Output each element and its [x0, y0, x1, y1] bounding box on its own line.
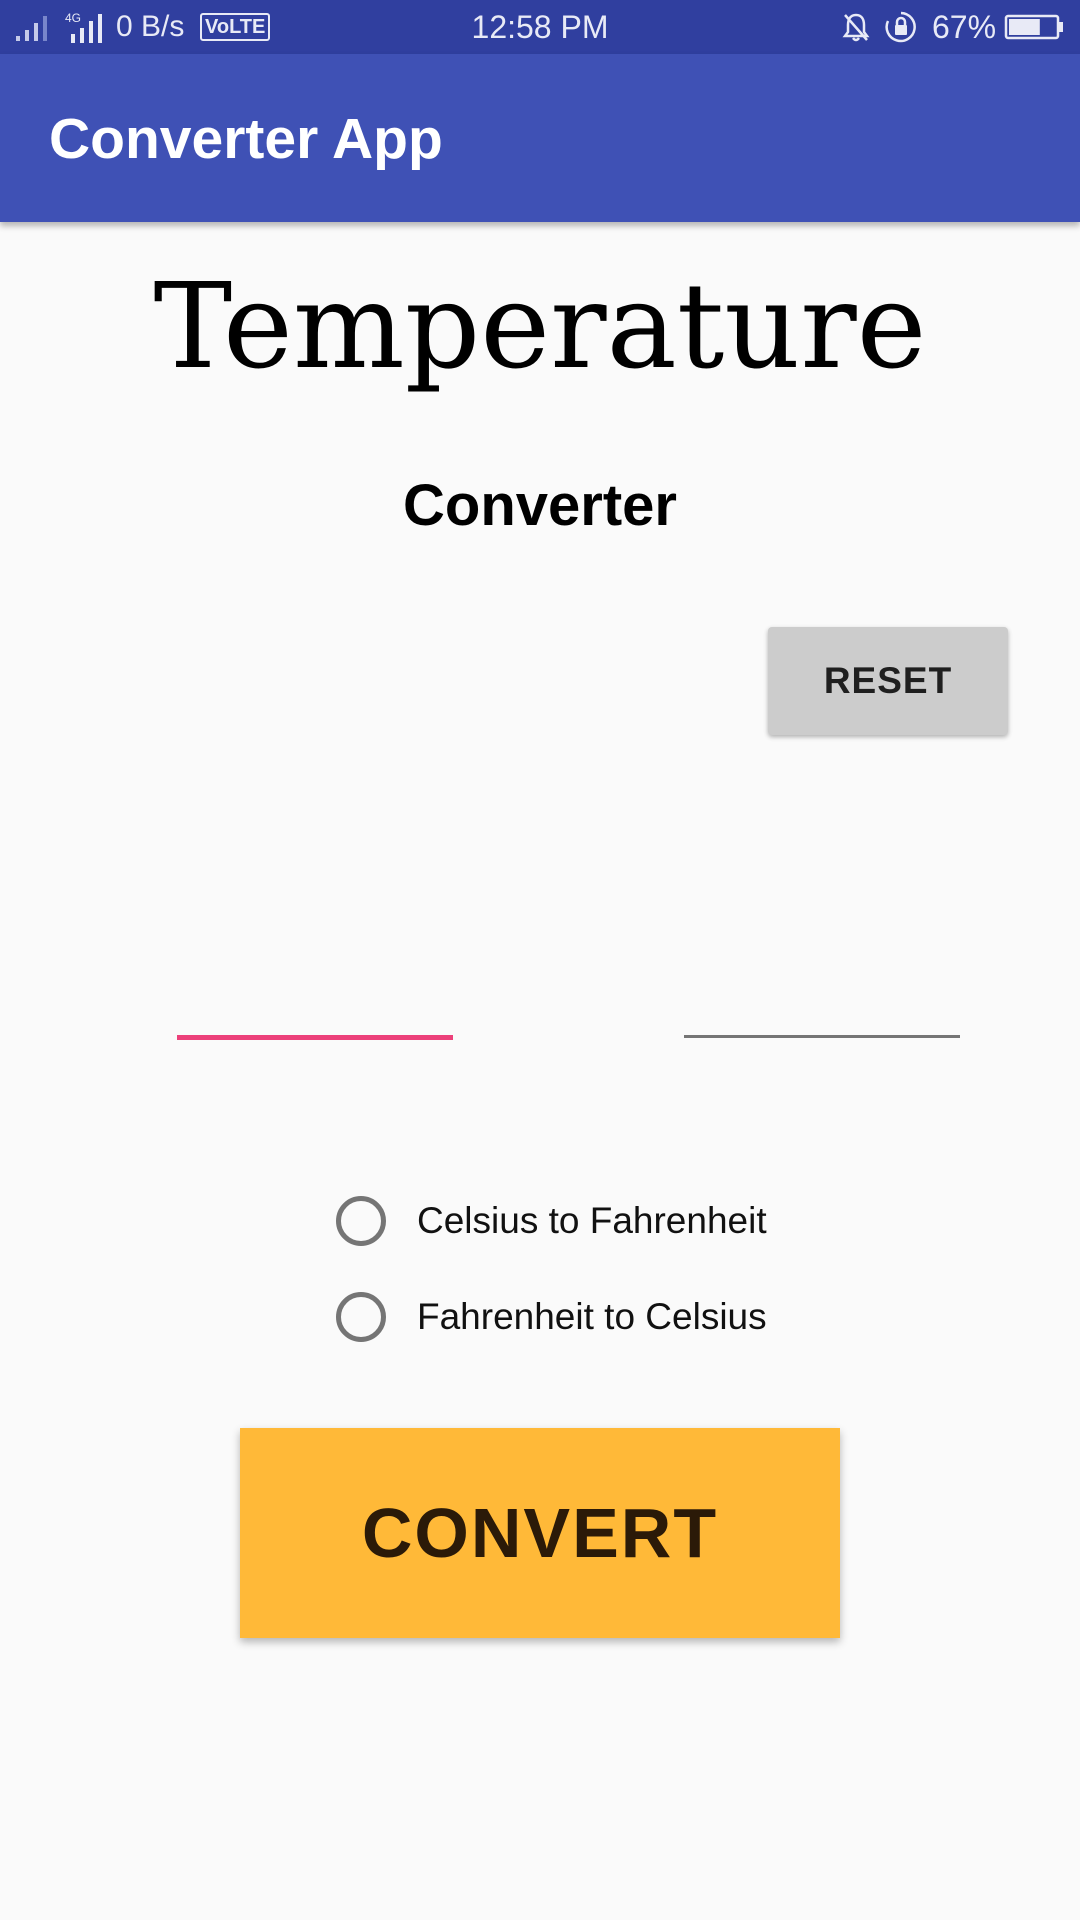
radio-label: Fahrenheit to Celsius	[417, 1296, 767, 1337]
page-subheading: Converter	[403, 473, 677, 538]
app-bar: Converter App	[0, 54, 1080, 222]
radio-button-icon[interactable]	[336, 1196, 386, 1246]
rotation-lock-icon	[883, 0, 919, 54]
radio-fahrenheit-to-celsius[interactable]: Fahrenheit to Celsius	[336, 1284, 767, 1350]
mute-bell-icon	[840, 0, 872, 54]
page-heading: Temperature	[153, 257, 927, 395]
battery-icon	[1004, 0, 1066, 54]
convert-button[interactable]: CONVERT	[240, 1428, 840, 1638]
radio-button-icon[interactable]	[336, 1292, 386, 1342]
battery-percent: 67%	[932, 8, 997, 45]
temperature-input[interactable]	[177, 975, 453, 1040]
radio-label: Celsius to Fahrenheit	[417, 1200, 767, 1241]
status-bar: 4G 0 B/s VoLTE 12:58 PM 67%	[0, 0, 1080, 54]
reset-button[interactable]: RESET	[768, 627, 1008, 735]
app-title: Converter App	[49, 107, 443, 171]
result-field[interactable]	[684, 975, 960, 1038]
radio-celsius-to-fahrenheit[interactable]: Celsius to Fahrenheit	[336, 1188, 767, 1254]
